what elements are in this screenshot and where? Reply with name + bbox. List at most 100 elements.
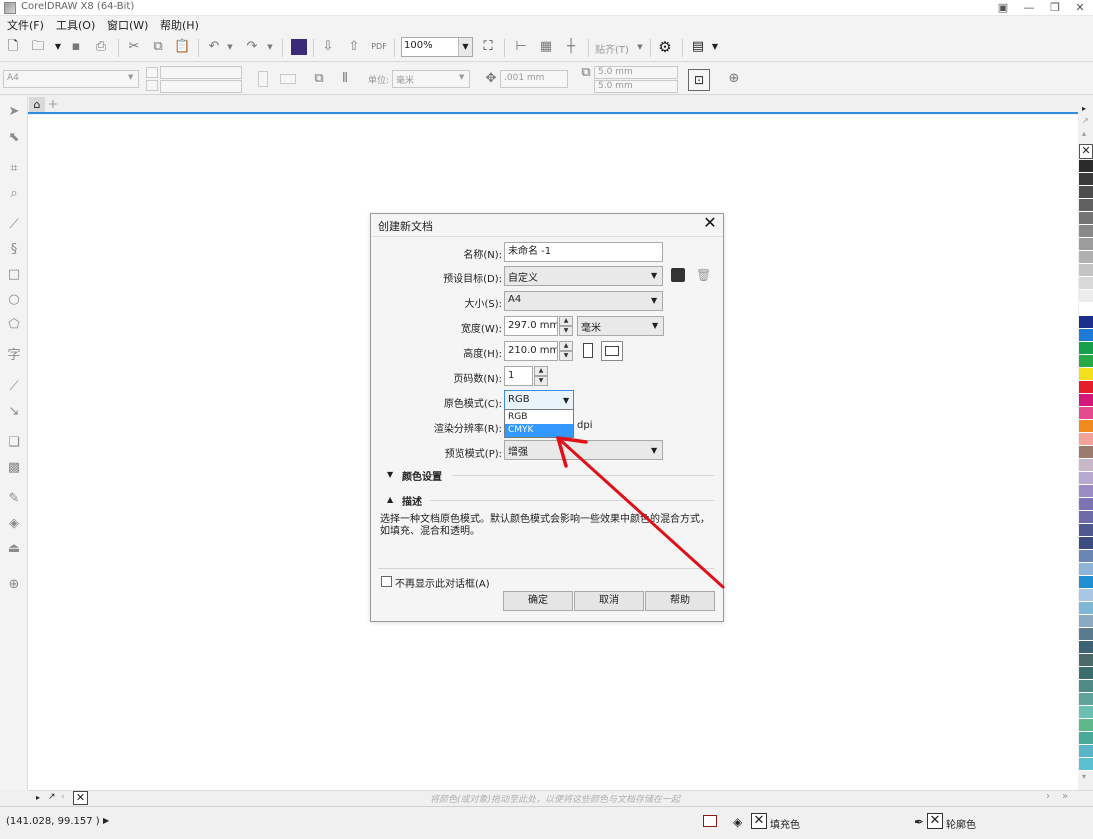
launcher-dropdown-icon[interactable]: ▼ (707, 39, 723, 55)
rectangle-tool-icon[interactable]: □ (6, 267, 22, 283)
pages-spin-down-icon[interactable]: ▼ (534, 376, 548, 386)
color-proof-icon[interactable] (703, 815, 717, 827)
show-guidelines-icon[interactable]: ┼ (563, 39, 579, 55)
corel-connect-icon[interactable] (291, 39, 307, 55)
open-dropdown-icon[interactable]: ▼ (50, 39, 66, 55)
palette-swatch[interactable] (1079, 602, 1093, 615)
save-icon[interactable]: ▪ (68, 39, 84, 55)
width-spin-down-icon[interactable]: ▼ (559, 326, 573, 336)
import-icon[interactable]: ⇩ (320, 39, 336, 55)
undo-icon[interactable]: ↶ (206, 39, 222, 55)
page-size-dropdown-icon[interactable]: ▼ (128, 73, 133, 81)
palette-swatch[interactable] (1079, 342, 1093, 355)
status-expand-icon[interactable]: ▶ (103, 816, 109, 825)
width-spin-up-icon[interactable]: ▲ (559, 316, 573, 326)
palette-swatch[interactable] (1079, 303, 1093, 316)
palette-swatch[interactable] (1079, 680, 1093, 693)
eyedropper-tool-icon[interactable]: ✎ (6, 491, 22, 507)
redo-dropdown-icon[interactable]: ▼ (262, 39, 278, 55)
freehand-tool-icon[interactable]: ⟋ (6, 217, 22, 233)
copy-icon[interactable]: ⧉ (150, 39, 166, 55)
palette-swatch[interactable] (1079, 433, 1093, 446)
palette-swatch[interactable] (1079, 615, 1093, 628)
palette-swatch[interactable] (1079, 628, 1093, 641)
palette-swatch[interactable] (1079, 355, 1093, 368)
palette-swatch[interactable] (1079, 381, 1093, 394)
units-dialog-dropdown-icon[interactable]: ▼ (652, 321, 658, 330)
palette-swatch[interactable] (1079, 745, 1093, 758)
drop-shadow-tool-icon[interactable]: ❑ (6, 435, 22, 451)
palette-swatch[interactable] (1079, 589, 1093, 602)
preset-dropdown-icon[interactable]: ▼ (651, 271, 657, 280)
new-document-icon[interactable]: 🗋 (5, 39, 21, 55)
palette-scroll-down-icon[interactable]: ▾ (1082, 772, 1086, 781)
zoom-tool-icon[interactable]: ⌕ (6, 186, 22, 202)
palette-swatch[interactable] (1079, 667, 1093, 680)
palette-swatch[interactable] (1079, 719, 1093, 732)
full-screen-icon[interactable]: ⛶ (480, 39, 496, 55)
palette-swatch[interactable] (1079, 264, 1093, 277)
palette-swatch[interactable] (1079, 511, 1093, 524)
palette-swatch[interactable] (1079, 654, 1093, 667)
page-size-dropdown[interactable] (504, 291, 663, 311)
redo-icon[interactable]: ↷ (244, 39, 260, 55)
menu-file[interactable]: 文件(F) (7, 17, 44, 33)
palette-swatch[interactable] (1079, 472, 1093, 485)
docpalette-no-color-swatch[interactable]: ✕ (73, 791, 88, 805)
palette-swatch[interactable] (1079, 290, 1093, 303)
palette-swatch[interactable] (1079, 576, 1093, 589)
palette-swatch[interactable] (1079, 225, 1093, 238)
delete-preset-icon[interactable]: 🗑 (696, 268, 711, 282)
paste-icon[interactable]: 📋 (174, 39, 190, 55)
palette-swatch[interactable] (1079, 160, 1093, 173)
transparency-tool-icon[interactable]: ▩ (6, 460, 22, 476)
height-input[interactable]: 210.0 mm (504, 341, 558, 361)
menu-help[interactable]: 帮助(H) (160, 17, 199, 33)
document-name-input[interactable]: 未命名 -1 (504, 242, 663, 262)
dont-show-again-label[interactable]: 不再显示此对话框(A) (395, 575, 490, 590)
polygon-tool-icon[interactable]: ⬠ (6, 317, 22, 333)
welcome-home-tab[interactable]: ⌂ (29, 97, 45, 112)
portrait-orientation-icon[interactable] (583, 343, 593, 358)
palette-swatch[interactable] (1079, 420, 1093, 433)
smart-fill-tool-icon[interactable]: ⏏ (6, 541, 22, 557)
palette-swatch[interactable] (1079, 550, 1093, 563)
description-collapse-icon[interactable]: ▲ (387, 495, 393, 504)
palette-swatch[interactable] (1079, 563, 1093, 576)
snap-to-dropdown[interactable]: 贴齐(T) (595, 41, 629, 56)
palette-swatch[interactable] (1079, 641, 1093, 654)
palette-swatch[interactable] (1079, 394, 1093, 407)
page-count-input[interactable]: 1 (504, 366, 533, 386)
zoom-dropdown-icon[interactable]: ▼ (458, 38, 472, 56)
artistic-media-tool-icon[interactable]: § (6, 242, 22, 258)
all-pages-icon[interactable]: ⧉ (311, 71, 327, 87)
color-mode-option-rgb[interactable]: RGB (508, 412, 527, 422)
palette-swatch[interactable] (1079, 329, 1093, 342)
account-icon[interactable]: ▣ (990, 0, 1016, 16)
application-launcher-icon[interactable]: ▤ (690, 39, 706, 55)
height-spin-up-icon[interactable]: ▲ (559, 341, 573, 351)
palette-swatch[interactable] (1079, 251, 1093, 264)
size-dropdown-icon[interactable]: ▼ (651, 296, 657, 305)
color-mode-dropdown-icon[interactable]: ▼ (563, 396, 569, 405)
palette-swatch[interactable] (1079, 277, 1093, 290)
palette-scroll-up-icon[interactable]: ▴ (1082, 129, 1086, 138)
dimension-tool-icon[interactable]: ⟋ (6, 379, 22, 395)
current-page-icon[interactable]: ⫴ (337, 71, 353, 87)
restore-button[interactable]: ❐ (1042, 0, 1068, 16)
snap-dropdown-icon[interactable]: ▼ (632, 39, 648, 55)
show-rulers-icon[interactable]: ⊢ (513, 39, 529, 55)
portrait-icon[interactable] (258, 71, 268, 87)
cut-icon[interactable]: ✂ (126, 39, 142, 55)
palette-flyout-icon[interactable]: ↗ (1082, 116, 1089, 125)
palette-swatch[interactable] (1079, 316, 1093, 329)
options-gear-icon[interactable]: ⚙ (657, 39, 673, 55)
palette-swatch[interactable] (1079, 212, 1093, 225)
palette-swatch[interactable] (1079, 186, 1093, 199)
docpalette-end-icon[interactable]: » (1062, 791, 1068, 802)
palette-swatch[interactable] (1079, 732, 1093, 745)
open-folder-icon[interactable]: 🗀 (30, 39, 46, 55)
height-spin-down-icon[interactable]: ▼ (559, 351, 573, 361)
undo-dropdown-icon[interactable]: ▼ (222, 39, 238, 55)
palette-swatch[interactable] (1079, 524, 1093, 537)
